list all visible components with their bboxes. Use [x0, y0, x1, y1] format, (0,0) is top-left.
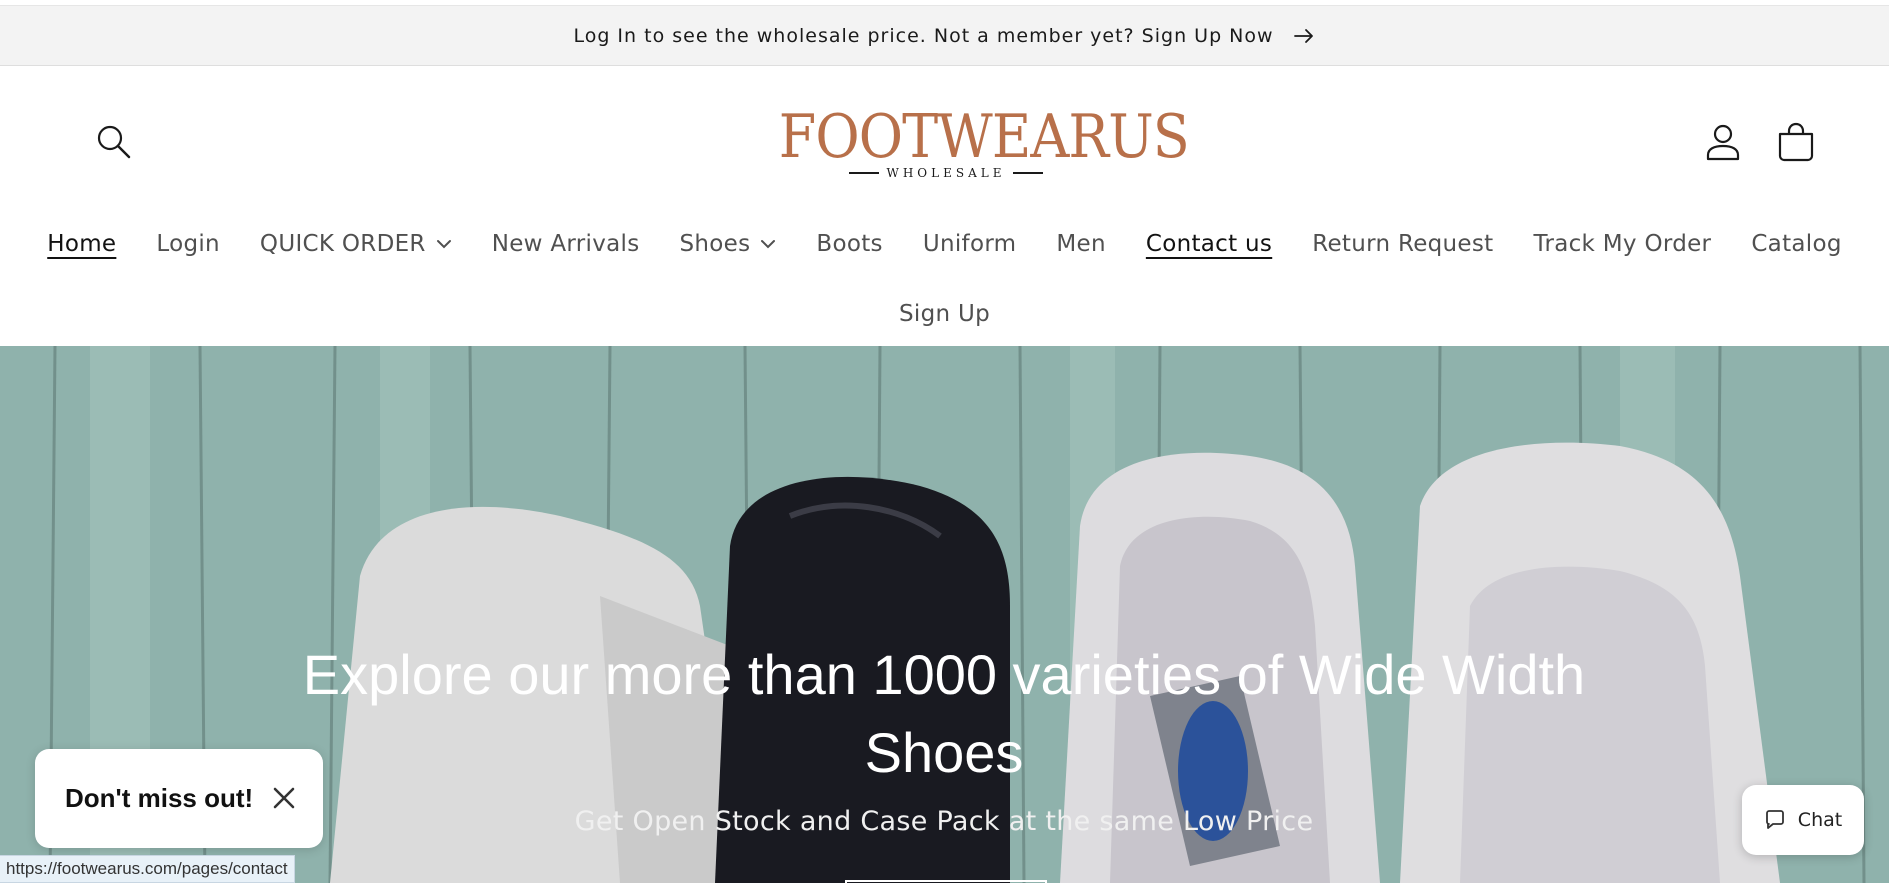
nav-item-track-my-order[interactable]: Track My Order	[1513, 231, 1731, 257]
nav-row-secondary: Sign Up	[0, 286, 1889, 342]
main-navigation: Home Login QUICK ORDER New Arrivals Shoe…	[0, 216, 1889, 336]
chevron-down-icon	[761, 240, 776, 249]
nav-row-primary: Home Login QUICK ORDER New Arrivals Shoe…	[0, 216, 1889, 272]
chat-label: Chat	[1797, 809, 1843, 831]
logo-rule-left	[848, 172, 879, 174]
announcement-text[interactable]: Log In to see the wholesale price. Not a…	[573, 25, 1273, 47]
nav-item-catalog[interactable]: Catalog	[1731, 231, 1861, 257]
dont-miss-out-popup[interactable]: Don't miss out!	[35, 749, 323, 848]
site-header: FOOTWEARUS WHOLESALE Home Login QUICK OR…	[0, 66, 1889, 346]
account-icon[interactable]	[1704, 122, 1742, 162]
cart-icon[interactable]	[1777, 122, 1815, 162]
nav-item-contact-us[interactable]: Contact us	[1126, 231, 1292, 257]
search-icon[interactable]	[96, 124, 132, 160]
chevron-down-icon	[436, 240, 451, 249]
close-icon[interactable]	[271, 785, 297, 811]
nav-item-quick-order[interactable]: QUICK ORDER	[240, 231, 472, 257]
chat-button[interactable]: Chat	[1742, 785, 1864, 855]
site-logo[interactable]: FOOTWEARUS WHOLESALE	[756, 106, 1190, 186]
nav-item-sign-up[interactable]: Sign Up	[879, 301, 1010, 327]
nav-item-new-arrivals[interactable]: New Arrivals	[472, 231, 660, 257]
nav-item-boots[interactable]: Boots	[796, 231, 902, 257]
nav-item-home[interactable]: Home	[27, 231, 136, 257]
nav-item-quick-order-label: QUICK ORDER	[259, 231, 426, 257]
logo-rule-right	[1013, 172, 1044, 174]
nav-item-men[interactable]: Men	[1036, 231, 1125, 257]
nav-item-shoes[interactable]: Shoes	[660, 231, 797, 257]
nav-item-uniform[interactable]: Uniform	[903, 231, 1037, 257]
announcement-bar[interactable]: Log In to see the wholesale price. Not a…	[0, 5, 1889, 66]
logo-brand: FOOTWEARUS	[778, 102, 1190, 172]
arrow-right-icon[interactable]	[1292, 24, 1316, 48]
nav-item-shoes-label: Shoes	[679, 231, 751, 257]
nav-item-login[interactable]: Login	[136, 231, 240, 257]
nav-item-return-request[interactable]: Return Request	[1292, 231, 1513, 257]
hero-title: Explore our more than 1000 varieties of …	[302, 643, 1586, 784]
chat-bubble-icon	[1765, 810, 1784, 829]
browser-status-url: https://footwearus.com/pages/contact	[0, 855, 295, 883]
hero-subtitle: Get Open Stock and Case Pack at the same…	[574, 806, 1314, 837]
popup-text[interactable]: Don't miss out!	[65, 783, 253, 814]
